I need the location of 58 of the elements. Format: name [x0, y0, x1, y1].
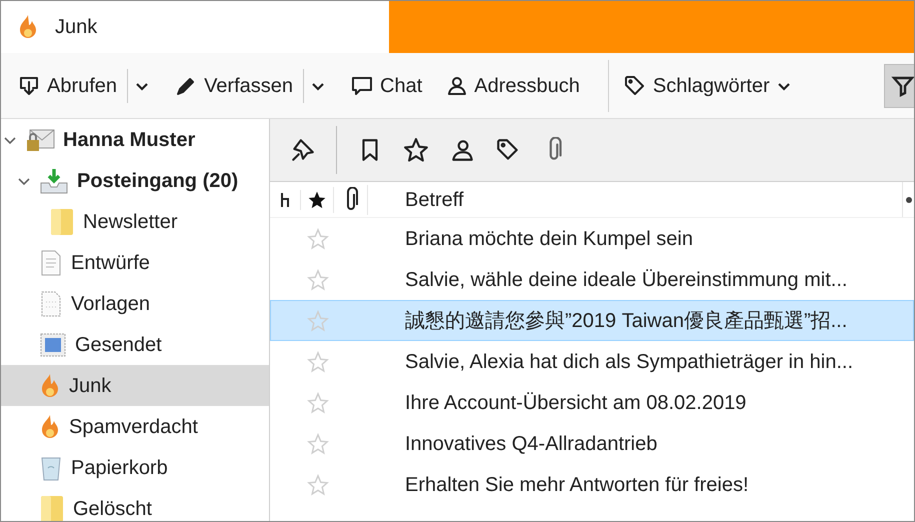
folder-item[interactable]: Gesendet: [1, 324, 269, 365]
folder-icon: [49, 206, 75, 236]
folder-item[interactable]: Hanna Muster: [1, 119, 269, 160]
folder-item[interactable]: Gelöscht: [1, 488, 269, 521]
message-row[interactable]: Ihre Account-Übersicht am 08.02.2019: [270, 382, 914, 423]
folder-label: Entwürfe: [71, 250, 150, 276]
folder-item[interactable]: Entwürfe: [1, 242, 269, 283]
filter-button[interactable]: [884, 64, 914, 108]
pin-icon[interactable]: [290, 137, 316, 163]
folder-label: Vorlagen: [71, 292, 150, 316]
stamp-icon: [39, 332, 67, 358]
toolbar-button[interactable]: Adressbuch: [440, 64, 584, 108]
folder-label: Posteingang (20): [77, 168, 238, 194]
message-subject: 誠懇的邀請您參與”2019 Taiwan優良產品甄選”招...: [404, 308, 848, 334]
message-subject: Briana möchte dein Kumpel sein: [404, 226, 693, 252]
document-icon: [39, 248, 63, 276]
folder-item[interactable]: Newsletter: [1, 201, 269, 242]
toolbar-button[interactable]: Verfassen: [170, 64, 298, 108]
folder-item[interactable]: Junk: [1, 365, 269, 406]
message-subject: Salvie, wähle deine ideale Übereinstimmung mit...: [404, 268, 848, 292]
message-row[interactable]: 誠懇的邀請您參與”2019 Taiwan優良產品甄選”招...: [270, 300, 914, 341]
message-subject: Innovatives Q4-Allradantrieb: [404, 432, 658, 456]
message-row[interactable]: Salvie, wähle deine ideale Übereinstimmung mit...: [270, 259, 914, 300]
flame-icon: [39, 414, 61, 440]
toolbar-button[interactable]: Schlagwörter: [618, 64, 796, 108]
folder-item[interactable]: Posteingang (20): [1, 160, 269, 201]
folder-label: Papierkorb: [71, 456, 168, 480]
folder-label: Gelöscht: [73, 496, 152, 521]
folder-icon: [39, 494, 65, 521]
folder-label: Spamverdacht: [69, 414, 198, 440]
folder-label: Gesendet: [75, 332, 162, 358]
folder-item[interactable]: Vorlagen: [1, 283, 269, 324]
folder-item[interactable]: Papierkorb: [1, 447, 269, 488]
folder-item[interactable]: Spamverdacht: [1, 406, 269, 447]
window-title: Junk: [55, 15, 98, 40]
message-row[interactable]: Briana möchte dein Kumpel sein: [270, 218, 914, 259]
message-row[interactable]: Erhalten Sie mehr Antworten für freies!: [270, 464, 914, 505]
star-icon[interactable]: [307, 190, 327, 210]
tag-icon: [622, 74, 647, 98]
message-row[interactable]: Innovatives Q4-Allradantrieb: [270, 423, 914, 464]
thread-icon[interactable]: [278, 190, 292, 208]
folder-label: Newsletter: [83, 210, 178, 234]
message-subject: Erhalten Sie mehr Antworten für freies!: [404, 472, 748, 498]
message-subject: Ihre Account-Übersicht am 08.02.2019: [404, 390, 746, 416]
folder-label: Hanna Muster: [63, 128, 196, 152]
folder-label: Junk: [69, 374, 112, 398]
column-header[interactable]: Betreff: [405, 184, 464, 214]
dotted-document-icon: [39, 290, 63, 318]
flame-icon: [17, 14, 39, 40]
toolbar-button[interactable]: Chat: [346, 64, 426, 108]
message-row[interactable]: Salvie, Alexia hat dich als Sympathieträger in hin...: [270, 341, 914, 382]
envelope-lock-icon: [25, 126, 55, 152]
star-icon[interactable]: [403, 137, 429, 163]
toolbar-button[interactable]: Abrufen: [13, 64, 122, 108]
inbox-tray-icon: [39, 166, 69, 194]
column-picker-icon[interactable]: [906, 196, 912, 202]
flame-icon: [39, 372, 61, 398]
message-subject: Salvie, Alexia hat dich als Sympathieträger in hin...: [404, 350, 854, 374]
